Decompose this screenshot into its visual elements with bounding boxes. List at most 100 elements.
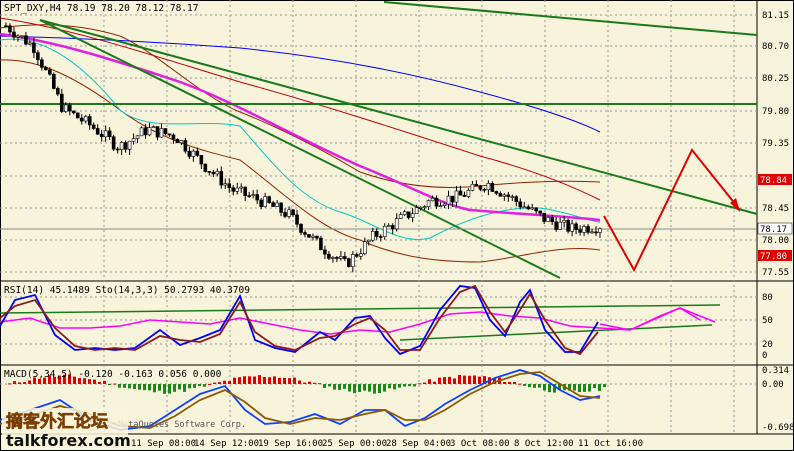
macd-bar — [508, 381, 511, 384]
macd-bar — [243, 376, 246, 384]
candle-body — [510, 196, 515, 198]
macd-bar — [28, 380, 31, 384]
macd-bar — [123, 384, 126, 388]
candle-body — [119, 142, 124, 150]
macd-bar — [303, 382, 306, 384]
candle-body — [255, 194, 259, 201]
candle-body — [578, 229, 582, 233]
macd-bar — [253, 376, 256, 384]
candle-body — [75, 112, 80, 119]
chart-canvas[interactable]: 81.15 80.70 80.25 79.80 79.35 78.45 78.0… — [0, 0, 794, 451]
macd-title: MACD(5,34,5) -0.120 -0.163 0.056 0.000 — [4, 369, 222, 380]
time-label: 11 Oct 16:00 — [578, 439, 643, 449]
macd-bar — [313, 382, 316, 384]
candle-body — [83, 116, 88, 122]
macd-bar — [278, 377, 281, 384]
candle-body — [374, 231, 379, 237]
candle-body — [570, 223, 574, 232]
macd-bar — [138, 384, 141, 390]
macd-bar — [388, 384, 391, 389]
candle-body — [207, 171, 212, 173]
candle-body — [171, 134, 176, 140]
macd-bar — [333, 384, 336, 390]
candle-body — [12, 31, 16, 38]
macd-bar — [238, 377, 241, 384]
macd-bar — [153, 384, 156, 393]
candle-body — [227, 183, 232, 189]
candle-body — [135, 135, 140, 139]
talkforex-watermark: 摘客外汇论坛 talkforex.com — [2, 408, 131, 450]
macd-bar — [588, 384, 591, 392]
candle-body — [546, 217, 550, 222]
macd-bar — [548, 384, 551, 393]
chart-window[interactable]: 81.15 80.70 80.25 79.80 79.35 78.45 78.0… — [0, 0, 794, 451]
candle-body — [362, 241, 367, 255]
candle-body — [378, 236, 383, 238]
macd-bar — [228, 381, 231, 384]
time-label: 28 Sep 04:00 — [386, 439, 451, 449]
candle-body — [263, 196, 267, 207]
candle-body — [79, 117, 84, 122]
macd-bar — [528, 384, 531, 388]
candle-body — [494, 191, 499, 194]
candle-body — [95, 128, 100, 135]
macd-bar — [213, 382, 216, 384]
candle-body — [71, 110, 76, 114]
candle-body — [474, 183, 479, 187]
candle-body — [327, 253, 331, 259]
candle-body — [339, 256, 343, 259]
candle-body — [418, 206, 423, 209]
macd-bar — [23, 382, 26, 384]
time-label: 8 Oct 12:00 — [514, 439, 574, 449]
macd-bar — [593, 384, 596, 389]
candle-body — [446, 195, 451, 205]
candle-body — [251, 194, 255, 196]
candle-body — [366, 239, 371, 242]
candle-body — [143, 127, 148, 136]
macd-bar — [378, 384, 381, 394]
macd-bar — [188, 384, 191, 389]
candle-body — [279, 202, 283, 213]
macd-bar — [338, 384, 341, 390]
macd-bar — [398, 384, 401, 388]
current-price-label: 78.17 — [760, 225, 787, 235]
macd-bar — [468, 375, 471, 384]
macd-bar — [373, 384, 376, 394]
candle-body — [295, 214, 299, 225]
macd-bar — [523, 384, 526, 386]
candle-body — [518, 201, 523, 208]
macd-bar — [288, 378, 291, 384]
candle-body — [335, 257, 339, 259]
macd-bar — [463, 375, 466, 384]
macd-bar — [268, 377, 271, 384]
candle-body — [482, 188, 487, 191]
macd-bar — [458, 374, 461, 384]
macd-bar — [13, 381, 16, 384]
time-label: 19 Sep 16:00 — [258, 439, 323, 449]
macd-bar — [358, 384, 361, 392]
candle-body — [478, 185, 483, 190]
candle-body — [566, 220, 570, 232]
rsi-level-80: 80 — [762, 293, 773, 303]
candle-body — [115, 148, 120, 151]
candle-body — [231, 187, 236, 192]
macd-bar — [93, 379, 96, 384]
macd-bar — [18, 382, 21, 384]
macd-bar — [8, 383, 11, 385]
macd-level-top: 0.314 — [762, 366, 789, 376]
candle-body — [466, 190, 471, 197]
candle-body — [386, 225, 391, 227]
candle-body — [99, 133, 104, 138]
candle-body — [215, 171, 220, 175]
candle-body — [454, 190, 459, 203]
candle-body — [40, 59, 44, 68]
macd-bar — [428, 379, 431, 384]
candle-body — [299, 223, 303, 233]
macd-bar — [218, 382, 221, 384]
macd-bar — [578, 384, 581, 393]
candle-body — [8, 25, 12, 33]
macd-bar — [543, 384, 546, 391]
candle-body — [382, 225, 387, 238]
macd-bar — [448, 376, 451, 384]
candle-body — [48, 69, 52, 75]
